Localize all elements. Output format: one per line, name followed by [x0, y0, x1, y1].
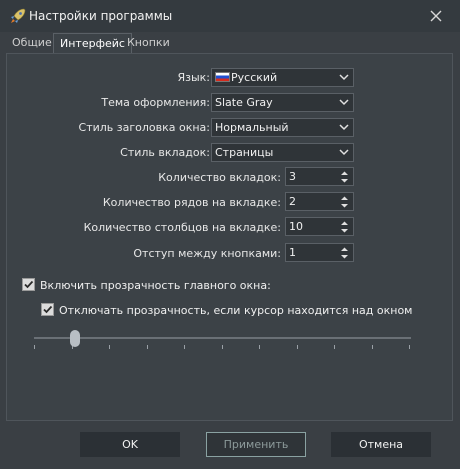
- theme-label: Тема оформления:: [101, 96, 210, 109]
- slider-tick: [409, 345, 410, 349]
- rows-per-tab-label: Количество рядов на вкладке:: [102, 196, 281, 209]
- disable-on-hover-checkbox[interactable]: [41, 303, 54, 316]
- button-spacing-value: 1: [289, 246, 296, 259]
- tab-count-spinner[interactable]: 3: [285, 167, 354, 186]
- theme-value: Slate Gray: [215, 96, 273, 109]
- close-icon: [430, 10, 442, 22]
- disable-on-hover-label[interactable]: Отключать прозрачность, если курсор нахо…: [59, 304, 412, 317]
- slider-tick: [297, 345, 298, 349]
- chevron-down-icon: [339, 124, 349, 131]
- transparency-slider-thumb[interactable]: [70, 330, 80, 347]
- slider-tick: [259, 345, 260, 349]
- slider-tick: [109, 345, 110, 349]
- enable-transparency-label[interactable]: Включить прозрачность главного окна:: [40, 279, 271, 292]
- tab-style-select[interactable]: Страницы: [211, 143, 354, 162]
- slider-tick: [222, 345, 223, 349]
- tab-count-value: 3: [289, 170, 296, 183]
- cols-per-tab-value: 10: [289, 220, 303, 233]
- rows-per-tab-spinner[interactable]: 2: [285, 192, 354, 211]
- tab-count-label: Количество вкладок:: [158, 171, 281, 184]
- spin-arrows-icon[interactable]: [340, 170, 349, 184]
- button-spacing-label: Отступ между кнопками:: [133, 247, 281, 260]
- tab-style-value: Страницы: [215, 146, 274, 159]
- language-value: Русский: [231, 71, 278, 84]
- cols-per-tab-spinner[interactable]: 10: [285, 217, 354, 236]
- slider-tick: [372, 345, 373, 349]
- slider-tick: [34, 345, 35, 349]
- title-bar: Настройки программы: [0, 0, 460, 32]
- ok-button[interactable]: OK: [80, 432, 180, 457]
- chevron-down-icon: [339, 149, 349, 156]
- slider-tick: [147, 345, 148, 349]
- tab-style-label: Стиль вкладок:: [120, 146, 210, 159]
- title-style-value: Нормальный: [215, 121, 289, 134]
- spin-arrows-icon[interactable]: [340, 246, 349, 260]
- slider-tick: [334, 345, 335, 349]
- enable-transparency-checkbox[interactable]: [22, 278, 35, 291]
- tab-buttons[interactable]: Кнопки: [121, 33, 176, 53]
- checkmark-icon: [43, 305, 53, 314]
- russia-flag-icon: [215, 72, 230, 82]
- button-spacing-spinner[interactable]: 1: [285, 243, 354, 262]
- title-style-label: Стиль заголовка окна:: [78, 121, 210, 134]
- transparency-slider-track[interactable]: [34, 337, 411, 339]
- title-style-select[interactable]: Нормальный: [211, 118, 354, 137]
- language-label: Язык:: [177, 71, 210, 84]
- tab-general[interactable]: Общие: [6, 33, 58, 53]
- theme-select[interactable]: Slate Gray: [211, 93, 354, 112]
- chevron-down-icon: [339, 99, 349, 106]
- window-title: Настройки программы: [29, 9, 173, 23]
- spin-arrows-icon[interactable]: [340, 195, 349, 209]
- spin-arrows-icon[interactable]: [340, 220, 349, 234]
- cols-per-tab-label: Количество столбцов на вкладке:: [83, 221, 281, 234]
- rocket-icon: [11, 8, 26, 23]
- slider-tick: [184, 345, 185, 349]
- chevron-down-icon: [339, 74, 349, 81]
- close-button[interactable]: [426, 6, 446, 26]
- checkmark-icon: [24, 280, 34, 289]
- rows-per-tab-value: 2: [289, 195, 296, 208]
- cancel-button[interactable]: Отмена: [331, 432, 431, 457]
- language-select[interactable]: Русский: [211, 68, 354, 87]
- apply-button[interactable]: Применить: [206, 432, 306, 457]
